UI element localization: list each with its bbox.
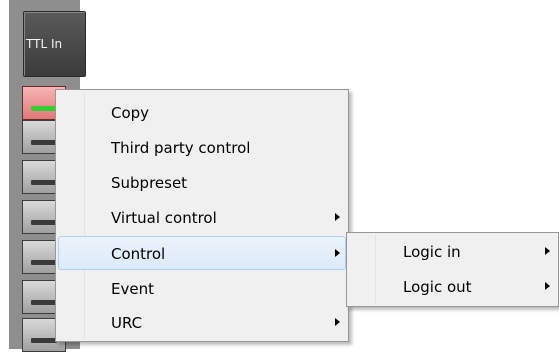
context-menu: Copy Third party control Subpreset Virtu… — [55, 89, 349, 342]
submenu-arrow-icon — [335, 249, 340, 257]
submenu-item-logic-out[interactable]: Logic out — [349, 270, 556, 304]
menu-item-event[interactable]: Event — [58, 272, 346, 306]
menu-item-virtual-control[interactable]: Virtual control — [58, 201, 346, 235]
submenu-item-label: Logic out — [403, 278, 472, 296]
ttl-in-header[interactable]: TTL In — [23, 11, 86, 77]
menu-item-label: Third party control — [111, 139, 251, 157]
submenu-arrow-icon — [545, 282, 550, 290]
submenu-arrow-icon — [545, 247, 550, 255]
menu-item-third-party-control[interactable]: Third party control — [58, 131, 346, 165]
menu-item-urc[interactable]: URC — [58, 306, 346, 340]
submenu-arrow-icon — [335, 213, 340, 221]
menu-item-subpreset[interactable]: Subpreset — [58, 166, 346, 200]
control-submenu: Logic in Logic out — [346, 232, 559, 307]
submenu-arrow-icon — [335, 318, 340, 326]
menu-item-control[interactable]: Control — [58, 236, 346, 270]
menu-item-label: Subpreset — [111, 174, 188, 192]
menu-item-label: Event — [111, 280, 154, 298]
menu-item-label: Copy — [111, 104, 150, 122]
submenu-item-label: Logic in — [403, 243, 461, 261]
menu-item-label: URC — [111, 314, 143, 332]
menu-item-copy[interactable]: Copy — [58, 96, 346, 130]
submenu-item-logic-in[interactable]: Logic in — [349, 235, 556, 269]
menu-item-label: Virtual control — [111, 209, 217, 227]
menu-item-label: Control — [111, 245, 166, 263]
